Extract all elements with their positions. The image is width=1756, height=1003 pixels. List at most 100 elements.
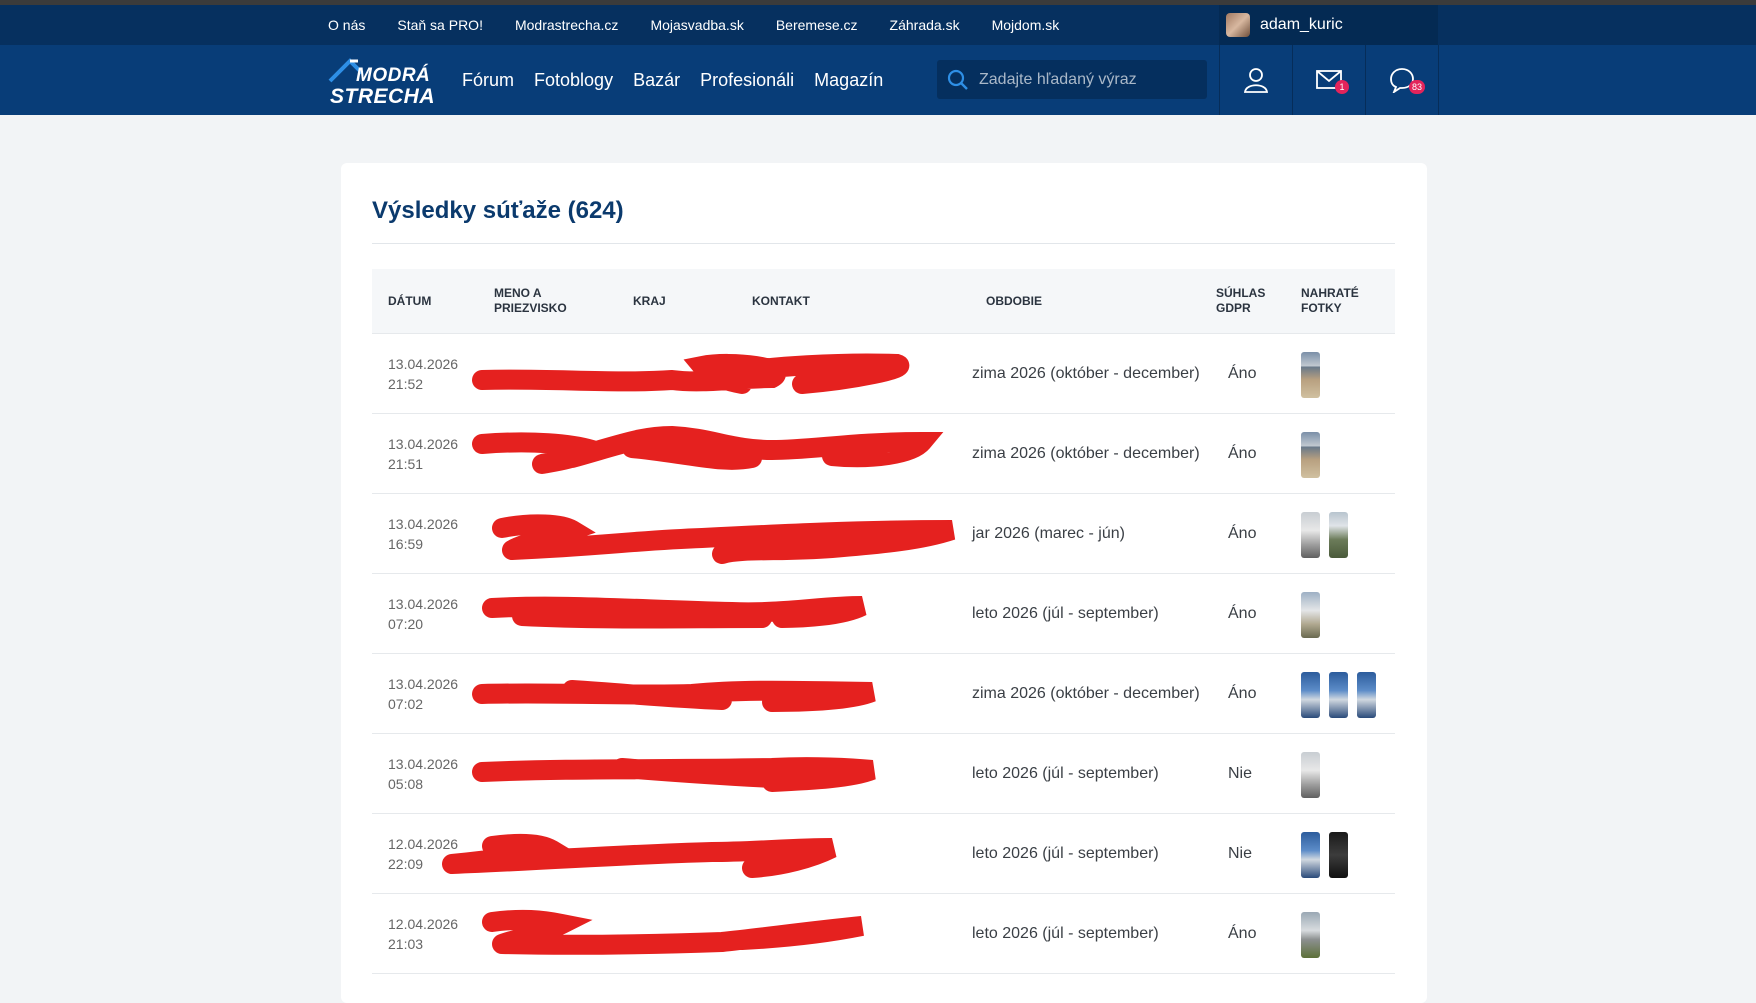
row-photos	[1301, 432, 1329, 478]
row-photos	[1301, 752, 1329, 798]
row-date: 13.04.2026 05:08	[388, 756, 459, 792]
photo-thumbnail[interactable]	[1301, 432, 1320, 478]
photo-thumbnail[interactable]	[1301, 352, 1320, 398]
top-link-mojdom[interactable]: Mojdom.sk	[992, 17, 1060, 33]
top-link-stan-sa-pro[interactable]: Staň sa PRO!	[397, 17, 483, 33]
avatar	[1226, 13, 1250, 37]
main-header: MODRÁ STRECHA Fórum Fotoblogy Bazár Prof…	[0, 45, 1756, 115]
photo-thumbnail[interactable]	[1301, 512, 1320, 558]
col-meno[interactable]: MENO A PRIEZVISKO	[494, 286, 574, 316]
profile-button[interactable]	[1219, 45, 1292, 115]
top-link-o-nas[interactable]: O nás	[328, 17, 365, 33]
row-photos	[1301, 512, 1357, 558]
row-photos	[1301, 832, 1357, 878]
redaction-mark	[442, 833, 837, 878]
row-date: 13.04.2026 21:52	[388, 356, 459, 392]
row-photos	[1301, 592, 1329, 638]
redaction-mark	[472, 353, 910, 394]
nav-forum[interactable]: Fórum	[462, 70, 514, 91]
row-obdobie: leto 2026 (júl - september)	[972, 605, 1159, 622]
table-row: 13.04.2026 21:52 zima 2026 (október - dec…	[372, 333, 1395, 414]
row-obdobie: leto 2026 (júl - september)	[972, 765, 1159, 782]
table-row: 13.04.2026 07:20 leto 2026 (júl - septemb…	[372, 573, 1395, 654]
row-gdpr: Áno	[1228, 445, 1257, 462]
redaction-mark	[492, 514, 956, 564]
logo-line-1: MODRÁ	[356, 65, 431, 86]
row-gdpr: Áno	[1228, 685, 1257, 702]
notifications-button[interactable]: 83	[1365, 45, 1439, 115]
col-datum[interactable]: DÁTUM	[388, 294, 431, 309]
photo-thumbnail[interactable]	[1301, 752, 1320, 798]
row-gdpr: Áno	[1228, 925, 1257, 942]
messages-button[interactable]: 1	[1292, 45, 1365, 115]
row-obdobie: zima 2026 (október - december)	[972, 685, 1200, 702]
nav-fotoblogy[interactable]: Fotoblogy	[534, 70, 613, 91]
page-title: Výsledky súťaže (624)	[372, 197, 624, 224]
row-gdpr: Nie	[1228, 765, 1253, 782]
row-date: 13.04.2026 21:51	[388, 436, 459, 472]
table-row: 13.04.2026 16:59 jar 2026 (marec - jún) Á…	[372, 493, 1395, 574]
row-photos	[1301, 912, 1329, 958]
photo-thumbnail[interactable]	[1301, 592, 1320, 638]
redaction-mark	[472, 757, 876, 792]
table-row: 12.04.2026 21:03 leto 2026 (júl - septemb…	[372, 893, 1395, 974]
row-obdobie: zima 2026 (október - december)	[972, 365, 1200, 382]
main-nav: Fórum Fotoblogy Bazár Profesionáli Magaz…	[462, 45, 903, 115]
row-date: 13.04.2026 07:02	[388, 676, 459, 712]
logo-line-2: STRECHA	[330, 85, 436, 108]
photo-thumbnail[interactable]	[1301, 832, 1320, 878]
row-gdpr: Áno	[1228, 365, 1257, 382]
site-logo[interactable]: MODRÁ STRECHA	[328, 55, 443, 108]
top-links: O nás Staň sa PRO! Modrastrecha.cz Mojas…	[328, 5, 1091, 45]
col-nahrate-fotky[interactable]: NAHRATÉ FOTKY	[1301, 286, 1371, 316]
messages-badge: 1	[1335, 80, 1349, 94]
search-input[interactable]	[977, 69, 1191, 90]
col-obdobie[interactable]: OBDOBIE	[986, 294, 1042, 309]
col-kraj[interactable]: KRAJ	[633, 294, 666, 309]
top-link-modrastrecha-cz[interactable]: Modrastrecha.cz	[515, 17, 618, 33]
row-photos	[1301, 352, 1329, 398]
row-obdobie: zima 2026 (október - december)	[972, 445, 1200, 462]
photo-thumbnail[interactable]	[1329, 832, 1348, 878]
row-obdobie: leto 2026 (júl - september)	[972, 845, 1159, 862]
redaction-mark	[482, 909, 864, 955]
table-row: 12.04.2026 22:09 leto 2026 (júl - septemb…	[372, 813, 1395, 894]
row-date: 12.04.2026 21:03	[388, 916, 459, 952]
search-box	[937, 60, 1207, 99]
row-gdpr: Nie	[1228, 845, 1253, 862]
top-bar: O nás Staň sa PRO! Modrastrecha.cz Mojas…	[0, 5, 1756, 45]
row-gdpr: Áno	[1228, 605, 1257, 622]
table-row: 13.04.2026 21:51 zima 2026 (október - dec…	[372, 413, 1395, 494]
row-obdobie: jar 2026 (marec - jún)	[972, 525, 1125, 542]
top-link-beremese[interactable]: Beremese.cz	[776, 17, 858, 33]
nav-bazar[interactable]: Bazár	[633, 70, 680, 91]
col-kontakt[interactable]: KONTAKT	[752, 294, 810, 309]
row-gdpr: Áno	[1228, 525, 1257, 542]
username: adam_kuric	[1260, 16, 1343, 33]
nav-magazin[interactable]: Magazín	[814, 70, 883, 91]
row-date: 13.04.2026 16:59	[388, 516, 459, 552]
row-date: 13.04.2026 07:20	[388, 596, 459, 632]
table-header: DÁTUM MENO A PRIEZVISKO KRAJ KONTAKT OBD…	[372, 269, 1395, 333]
photo-thumbnail[interactable]	[1301, 672, 1320, 718]
search-icon[interactable]	[947, 69, 969, 91]
user-icon	[1243, 68, 1269, 93]
redaction-mark	[472, 680, 876, 712]
top-link-mojasvadba[interactable]: Mojasvadba.sk	[650, 17, 743, 33]
notifications-badge: 83	[1409, 80, 1425, 94]
photo-thumbnail[interactable]	[1357, 672, 1376, 718]
photo-thumbnail[interactable]	[1329, 672, 1348, 718]
nav-profesionali[interactable]: Profesionáli	[700, 70, 794, 91]
redaction-mark	[472, 425, 944, 474]
photo-thumbnail[interactable]	[1301, 912, 1320, 958]
table-row: 13.04.2026 05:08 leto 2026 (júl - septemb…	[372, 733, 1395, 814]
table-row: 13.04.2026 07:02 zima 2026 (október - dec…	[372, 653, 1395, 734]
user-menu[interactable]: adam_kuric	[1219, 5, 1438, 45]
top-link-zahrada[interactable]: Záhrada.sk	[890, 17, 960, 33]
results-card: Výsledky súťaže (624) DÁTUM MENO A PRIEZ…	[341, 163, 1427, 1003]
photo-thumbnail[interactable]	[1329, 512, 1348, 558]
table-row	[372, 973, 1395, 994]
title-divider	[372, 243, 1395, 244]
col-suhlas-gdpr[interactable]: SÚHLAS GDPR	[1216, 286, 1276, 316]
row-obdobie: leto 2026 (júl - september)	[972, 925, 1159, 942]
